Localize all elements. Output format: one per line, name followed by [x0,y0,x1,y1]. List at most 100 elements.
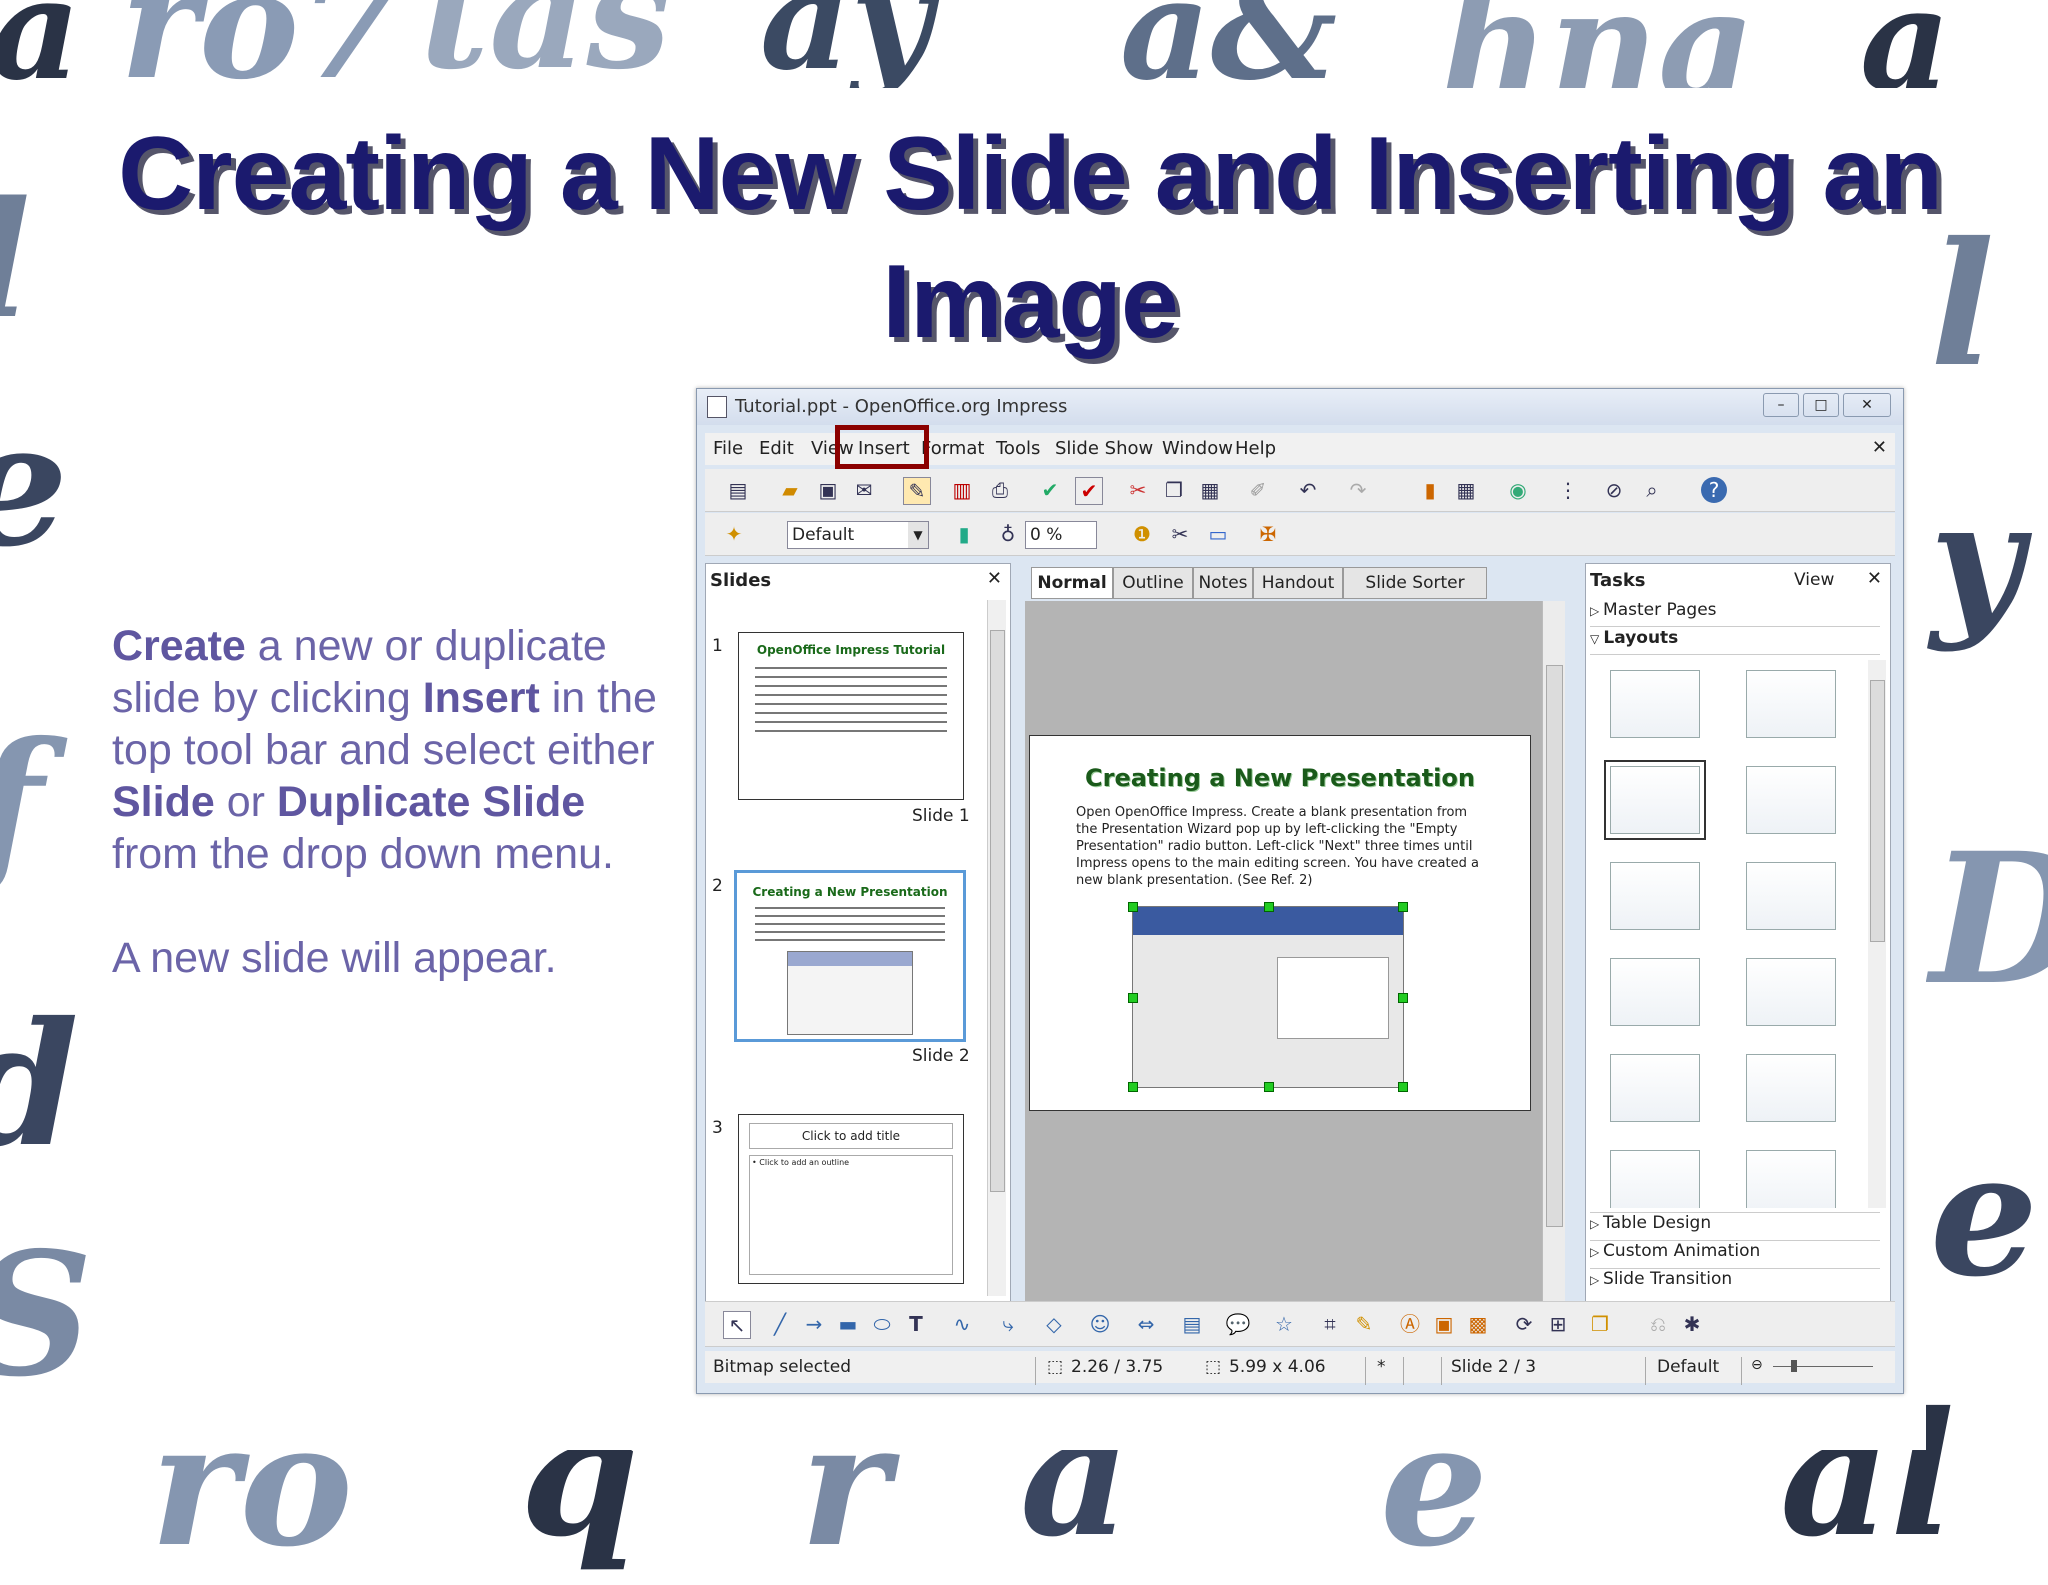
area-icon[interactable]: ▮ [951,521,977,547]
table-icon[interactable]: ▦ [1453,477,1479,503]
print-icon[interactable]: ⎙ [987,477,1013,503]
save-icon[interactable]: ▣ [815,477,841,503]
new-icon[interactable]: ▤ [725,477,751,503]
email-icon[interactable]: ✉ [851,477,877,503]
layout-centered-text[interactable] [1746,862,1836,930]
navigator-globe-icon[interactable]: ◉ [1505,477,1531,503]
from-file-icon[interactable]: ▣ [1431,1311,1457,1337]
tab-outline[interactable]: Outline [1113,567,1193,599]
edit-file-icon[interactable]: ✎ [903,477,931,505]
selection-handle[interactable] [1264,902,1274,912]
tab-normal[interactable]: Normal [1031,567,1113,599]
slide-thumbnail-3[interactable]: Click to add title • Click to add an out… [738,1114,964,1284]
curve-icon[interactable]: ∿ [949,1311,975,1337]
tasks-view-menu[interactable]: View [1794,570,1834,590]
selection-handle[interactable] [1128,993,1138,1003]
minimize-button[interactable]: – [1763,393,1799,417]
layout-title-text[interactable] [1610,958,1700,1026]
rectangle-icon[interactable]: ▬ [835,1311,861,1337]
style-select[interactable]: Default ▼ [787,521,929,549]
alignment-icon[interactable]: ⊞ [1545,1311,1571,1337]
selected-bitmap[interactable] [1128,902,1408,1092]
edit-area[interactable]: Creating a New Presentation Open OpenOff… [1025,601,1565,1335]
tab-slide-sorter[interactable]: Slide Sorter [1343,567,1487,599]
layout-table[interactable] [1610,1054,1700,1122]
ellipse-icon[interactable]: ⬭ [869,1311,895,1337]
toggle-extrusion-icon[interactable]: ✱ [1679,1311,1705,1337]
flowchart-icon[interactable]: ▤ [1179,1311,1205,1337]
close-document-icon[interactable]: ✕ [1872,437,1887,458]
open-icon[interactable]: ▰ [777,477,803,503]
monitor-icon[interactable]: ▭ [1205,521,1231,547]
layout-text-image[interactable] [1746,1150,1836,1208]
arrow-line-icon[interactable]: → [801,1311,827,1337]
mode-icon[interactable]: ✠ [1255,521,1281,547]
section-slide-transition[interactable]: ▷ Slide Transition [1590,1268,1880,1295]
zoom-slider[interactable]: ⊖ [1751,1357,1881,1375]
export-pdf-icon[interactable]: ▥ [949,477,975,503]
fontwork-icon[interactable]: Ⓐ [1397,1311,1423,1337]
layouts-scrollbar[interactable] [1868,660,1886,1208]
redo-icon[interactable]: ↷ [1345,477,1371,503]
menu-help[interactable]: Help [1235,438,1276,459]
menu-tools[interactable]: Tools [996,438,1040,459]
cut-icon[interactable]: ✂ [1125,477,1151,503]
chevron-down-icon[interactable]: ▼ [908,522,928,548]
stars-icon[interactable]: ☆ [1271,1311,1297,1337]
layout-title-slide[interactable] [1610,862,1700,930]
scroll-thumb[interactable] [1546,665,1563,1227]
arrange-icon[interactable]: ❐ [1587,1311,1613,1337]
zoom-knob[interactable] [1791,1360,1797,1372]
basic-shapes-icon[interactable]: ◇ [1041,1311,1067,1337]
block-arrows-icon[interactable]: ⇔ [1133,1311,1159,1337]
tab-notes[interactable]: Notes [1193,567,1253,599]
chart-icon[interactable]: ▮ [1417,477,1443,503]
layout-two-content[interactable] [1746,766,1836,834]
connector-icon[interactable]: ⤷ [995,1311,1021,1337]
close-pane-icon[interactable]: ✕ [1867,568,1882,589]
close-pane-icon[interactable]: ✕ [987,568,1002,589]
layout-text-chart[interactable] [1610,1150,1700,1208]
section-custom-animation[interactable]: ▷ Custom Animation [1590,1240,1880,1267]
symbol-shapes-icon[interactable]: ☺ [1087,1311,1113,1337]
layout-title-content[interactable] [1604,760,1706,840]
selection-handle[interactable] [1128,902,1138,912]
zoom-icon[interactable]: ⌕ [1639,477,1665,503]
menu-window[interactable]: Window [1162,438,1233,459]
section-table-design[interactable]: ▷ Table Design [1590,1212,1880,1239]
extrusion-icon[interactable]: ⎌ [1645,1311,1671,1337]
tab-handout[interactable]: Handout [1253,567,1343,599]
layout-blank[interactable] [1610,670,1700,738]
effects-icon[interactable]: ⟳ [1511,1311,1537,1337]
section-master-pages[interactable]: ▷ Master Pages [1590,600,1880,627]
section-layouts[interactable]: ▽ Layouts [1590,628,1880,655]
selection-handle[interactable] [1398,1082,1408,1092]
layout-title-only[interactable] [1746,670,1836,738]
menu-format[interactable]: Format [921,438,984,459]
transparency-input[interactable]: 0 % [1025,521,1097,549]
wand-icon[interactable]: ✦ [721,521,747,547]
paste-icon[interactable]: ▦ [1197,477,1223,503]
line-icon[interactable]: ╱ [767,1311,793,1337]
maximize-button[interactable]: □ [1803,393,1839,417]
menu-slide-show[interactable]: Slide Show [1055,438,1153,459]
scroll-thumb[interactable] [990,630,1005,1192]
edit-slide[interactable]: Creating a New Presentation Open OpenOff… [1029,735,1531,1111]
shadow-icon[interactable]: ❶ [1129,521,1155,547]
select-arrow-icon[interactable]: ↖ [723,1311,751,1339]
format-paintbrush-icon[interactable]: ✐ [1245,477,1271,503]
layout-image-text[interactable] [1746,1054,1836,1122]
crop-icon[interactable]: ✂ [1167,521,1193,547]
undo-icon[interactable]: ↶ [1295,477,1321,503]
zoom-out-icon[interactable]: ⊖ [1751,1357,1763,1373]
slides-scrollbar[interactable] [987,600,1006,1296]
points-icon[interactable]: ⌗ [1317,1311,1343,1337]
close-button[interactable]: ✕ [1843,393,1891,417]
spellcheck-icon[interactable]: ✔ [1037,477,1063,503]
selection-handle[interactable] [1398,993,1408,1003]
grid-icon[interactable]: ⋮ [1555,477,1581,503]
glue-points-icon[interactable]: ✎ [1351,1311,1377,1337]
help-icon[interactable]: ? [1701,477,1727,503]
selection-handle[interactable] [1398,902,1408,912]
selection-handle[interactable] [1264,1082,1274,1092]
